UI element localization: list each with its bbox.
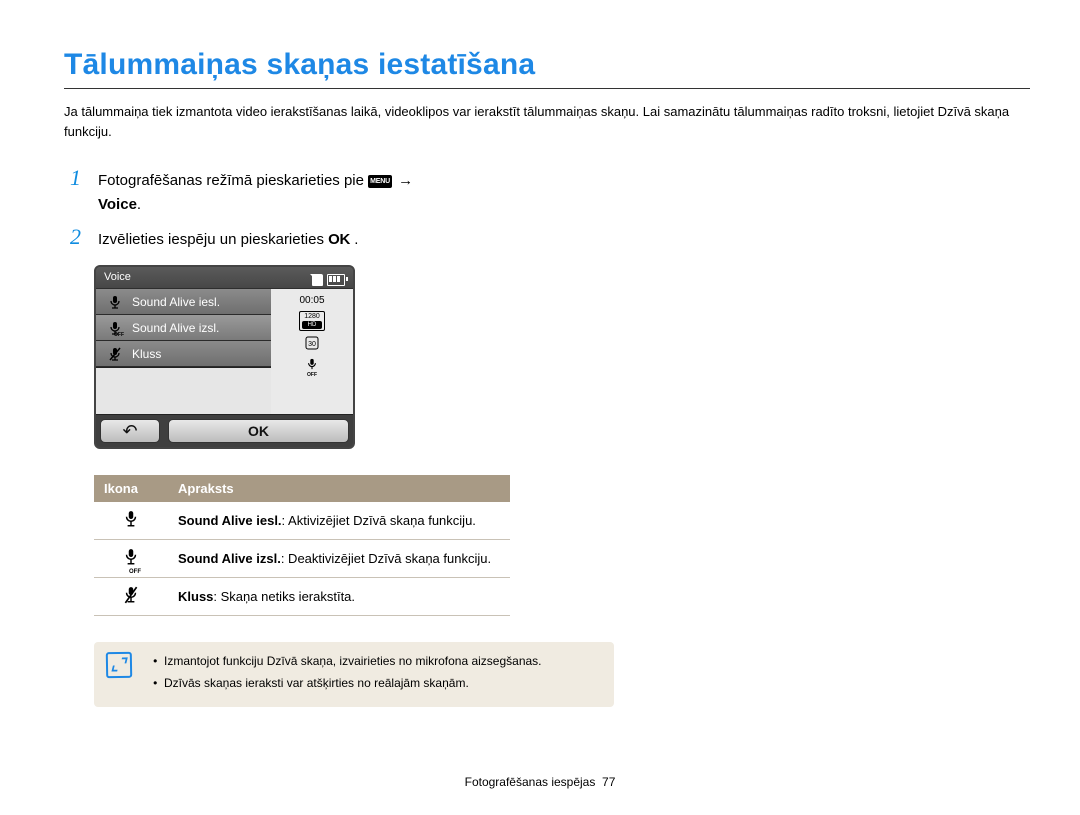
mic-on-icon — [108, 295, 122, 309]
note-bullet: Dzīvās skaņas ieraksti var atšķirties no… — [164, 674, 542, 693]
title-rule — [64, 88, 1030, 89]
row-desc: Sound Alive iesl.: Aktivizējiet Dzīvā sk… — [168, 502, 510, 540]
camera-item-label: Sound Alive iesl. — [132, 295, 220, 309]
step-number: 1 — [70, 167, 92, 189]
icon-mute — [94, 578, 168, 616]
step-number: 2 — [70, 226, 92, 248]
intro-text: Ja tālummaiņa tiek izmantota video ierak… — [64, 102, 1030, 141]
note-box: ⌞⌝ Izmantojot funkciju Dzīvā skaņa, izva… — [94, 642, 614, 707]
th-icon: Ikona — [94, 475, 168, 502]
footer-section: Fotografēšanas iespējas — [465, 775, 596, 789]
sound-off-indicator: OFF — [306, 358, 318, 378]
step1-pre: Fotografēšanas režīmā pieskarieties pie — [98, 172, 368, 189]
note-bullet: Izmantojot funkciju Dzīvā skaņa, izvairi… — [164, 652, 542, 671]
camera-preview: Voice Sound Alive iesl. OFF — [94, 265, 355, 449]
camera-item-label: Sound Alive izsl. — [132, 321, 219, 335]
arrow-icon: → — [396, 172, 415, 189]
table-row: OFF Sound Alive izsl.: Deaktivizējiet Dz… — [94, 540, 510, 578]
step-text: Fotografēšanas režīmā pieskarieties pie … — [98, 169, 415, 216]
camera-header: Voice — [96, 267, 353, 289]
hd-label: HD — [302, 321, 322, 329]
manual-page: Tālummaiņas skaņas iestatīšana Ja tālumm… — [0, 0, 1080, 815]
step-1: 1 Fotografēšanas režīmā pieskarieties pi… — [70, 169, 1030, 216]
step-2: 2 Izvēlieties iespēju un pieskarieties O… — [70, 228, 1030, 251]
off-label: OFF — [306, 373, 318, 378]
mic-off-icon: OFF — [108, 321, 122, 335]
row-desc: Sound Alive izsl.: Deaktivizējiet Dzīvā … — [168, 540, 510, 578]
step1-dot: . — [137, 196, 141, 213]
resolution-value: 1280 — [300, 313, 324, 321]
camera-header-title: Voice — [104, 271, 131, 288]
camera-list-padding — [96, 367, 271, 421]
camera-body: Sound Alive iesl. OFF Sound Alive izsl. … — [96, 289, 353, 421]
note-icon: ⌞⌝ — [106, 652, 132, 678]
step1-voice: Voice — [98, 196, 137, 213]
step-text: Izvēlieties iespēju un pieskarieties OK … — [98, 228, 358, 251]
battery-icon — [327, 274, 345, 286]
page-footer: Fotografēšanas iespējas 77 — [0, 775, 1080, 789]
fps-icon: 30 — [305, 336, 319, 353]
description-table: Ikona Apraksts Sound Alive iesl.: Aktivi… — [94, 475, 510, 616]
row-desc: Kluss: Skaņa netiks ierakstīta. — [168, 578, 510, 616]
camera-info-panel: 00:05 1280 HD 30 OFF — [271, 289, 353, 421]
step2-dot: . — [350, 231, 358, 248]
camera-item-mute[interactable]: Kluss — [96, 341, 271, 367]
steps-list: 1 Fotografēšanas režīmā pieskarieties pi… — [70, 169, 1030, 251]
camera-menu-list: Sound Alive iesl. OFF Sound Alive izsl. … — [96, 289, 272, 367]
note-list: Izmantojot funkciju Dzīvā skaņa, izvairi… — [148, 652, 542, 695]
ok-button[interactable]: OK — [168, 419, 349, 443]
camera-footer: ↶ OK — [96, 414, 353, 447]
page-title: Tālummaiņas skaņas iestatīšana — [64, 48, 1030, 82]
resolution-badge: 1280 HD — [299, 311, 325, 331]
th-desc: Apraksts — [168, 475, 510, 502]
icon-sound-on — [94, 502, 168, 540]
footer-page: 77 — [602, 775, 615, 789]
camera-item-label: Kluss — [132, 347, 161, 361]
record-time: 00:05 — [299, 295, 324, 306]
table-row: Sound Alive iesl.: Aktivizējiet Dzīvā sk… — [94, 502, 510, 540]
table-row: Kluss: Skaņa netiks ierakstīta. — [94, 578, 510, 616]
camera-item-sound-on[interactable]: Sound Alive iesl. — [96, 289, 271, 315]
menu-icon: MENU — [368, 175, 392, 188]
mic-mute-icon — [108, 347, 122, 361]
camera-item-sound-off[interactable]: OFF Sound Alive izsl. — [96, 315, 271, 341]
icon-sound-off: OFF — [94, 540, 168, 578]
ok-icon: OK — [328, 231, 350, 248]
svg-text:30: 30 — [308, 341, 316, 348]
step2-text: Izvēlieties iespēju un pieskarieties — [98, 231, 328, 248]
camera-header-right — [312, 271, 345, 288]
back-button[interactable]: ↶ — [100, 419, 160, 443]
sd-card-icon — [312, 274, 323, 286]
